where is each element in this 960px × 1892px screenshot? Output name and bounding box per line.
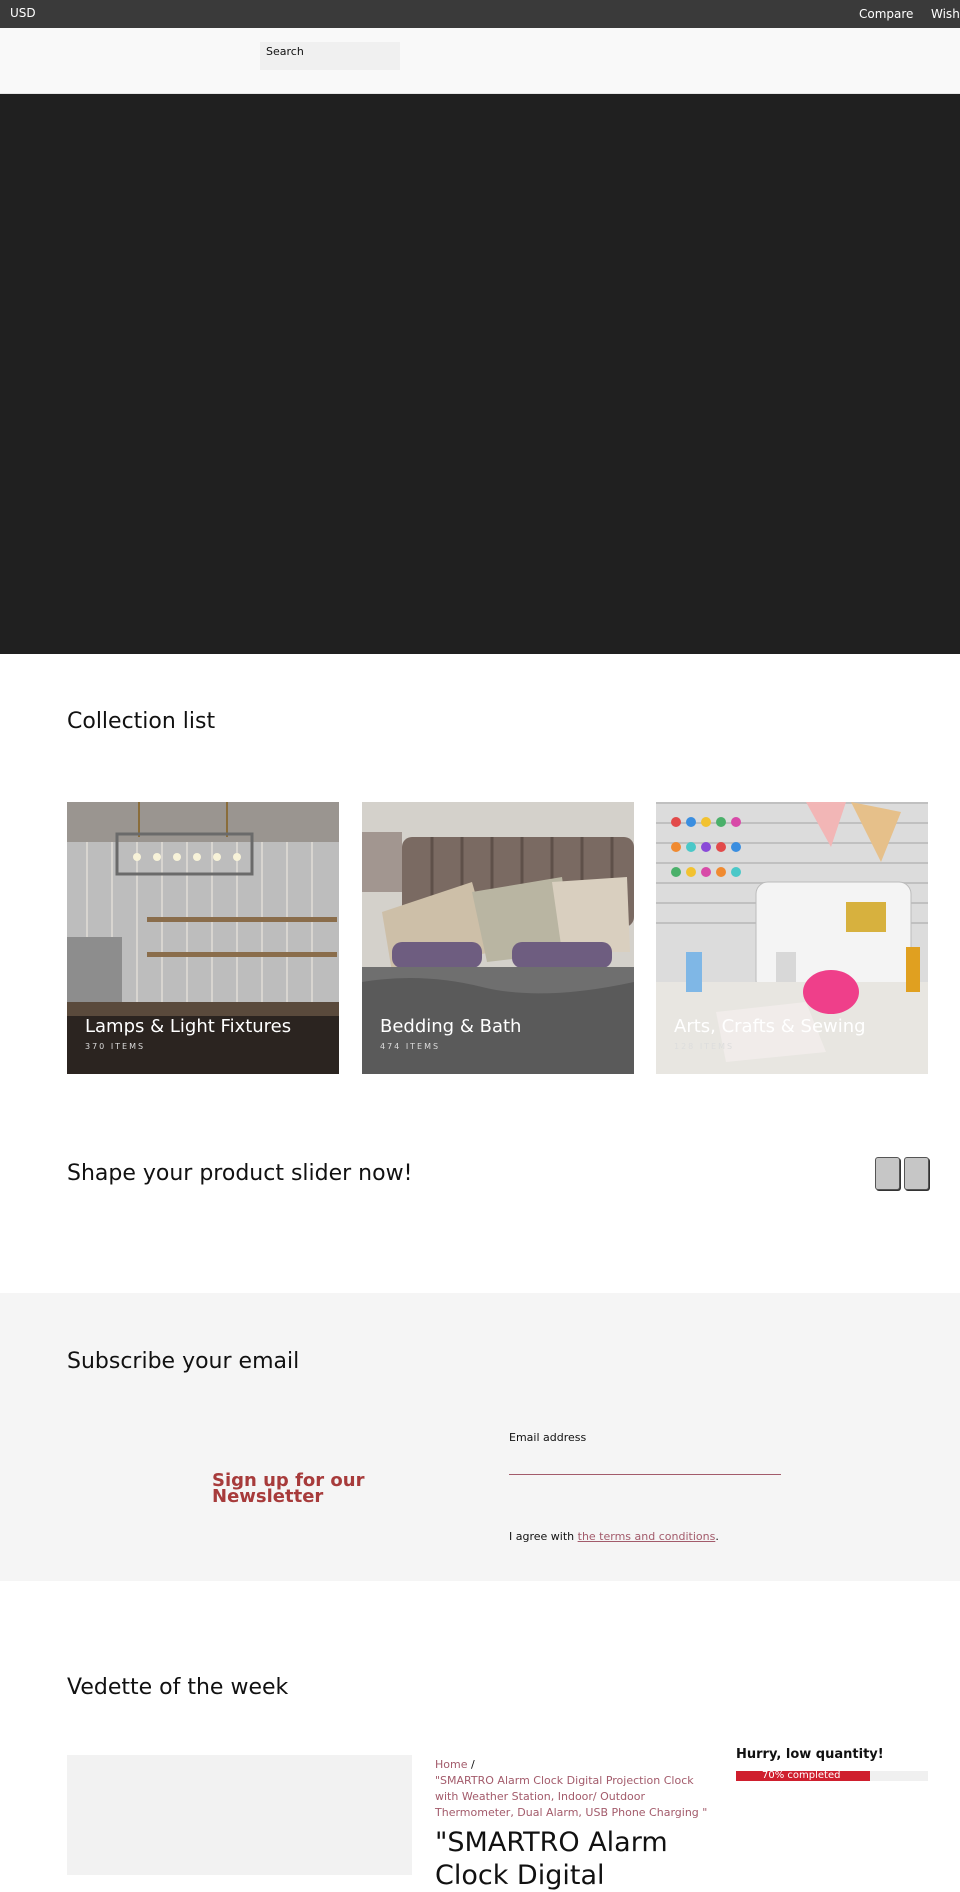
breadcrumb-product[interactable]: "SMARTRO Alarm Clock Digital Projection … <box>435 1774 707 1819</box>
collection-title: Bedding & Bath <box>380 1016 522 1037</box>
stock-progress-bar: 70% completed <box>736 1770 928 1781</box>
slider-next-button[interactable] <box>904 1157 929 1190</box>
product-image <box>67 1755 412 1875</box>
collection-title: Arts, Crafts & Sewing <box>674 1016 866 1037</box>
email-field[interactable] <box>509 1449 781 1475</box>
currency-selector[interactable]: USD <box>10 6 36 20</box>
collection-count: 128 ITEMS <box>674 1042 735 1051</box>
collection-list-title: Collection list <box>67 709 216 734</box>
newsletter-signup-heading: Sign up for our Newsletter <box>212 1470 365 1507</box>
header <box>0 28 960 94</box>
slider-prev-button[interactable] <box>875 1157 900 1190</box>
vedette-title: Vedette of the week <box>67 1675 289 1700</box>
subscribe-title: Subscribe your email <box>67 1349 300 1374</box>
compare-link[interactable]: Compare <box>859 7 913 21</box>
collection-card-bedding[interactable]: Bedding & Bath 474 ITEMS <box>362 802 634 1074</box>
search-input[interactable] <box>260 42 400 70</box>
collection-title: Lamps & Light Fixtures <box>85 1016 292 1037</box>
top-bar: USD Compare Wishl <box>0 0 960 28</box>
email-label: Email address <box>509 1431 587 1444</box>
product-slider-title: Shape your product slider now! <box>67 1161 413 1186</box>
collection-card-arts[interactable]: Arts, Crafts & Sewing 128 ITEMS <box>656 802 928 1074</box>
collection-count: 474 ITEMS <box>380 1042 441 1051</box>
terms-agreement: I agree with the terms and conditions. <box>509 1530 719 1543</box>
product-title: "SMARTRO Alarm Clock Digital <box>435 1827 668 1891</box>
progress-label: 70% completed <box>762 1770 841 1781</box>
agree-suffix: . <box>715 1530 719 1543</box>
agree-prefix: I agree with <box>509 1530 578 1543</box>
breadcrumb: Home / "SMARTRO Alarm Clock Digital Proje… <box>435 1757 717 1821</box>
subscribe-section <box>0 1293 960 1581</box>
low-quantity-heading: Hurry, low quantity! <box>736 1747 884 1762</box>
breadcrumb-home[interactable]: Home <box>435 1758 467 1771</box>
breadcrumb-separator: / <box>467 1758 475 1771</box>
collection-count: 370 ITEMS <box>85 1042 146 1051</box>
hero-banner <box>0 94 960 654</box>
terms-link[interactable]: the terms and conditions <box>578 1530 716 1543</box>
collection-card-lamps[interactable]: Lamps & Light Fixtures 370 ITEMS <box>67 802 339 1074</box>
wishlist-link[interactable]: Wishl <box>931 7 960 21</box>
